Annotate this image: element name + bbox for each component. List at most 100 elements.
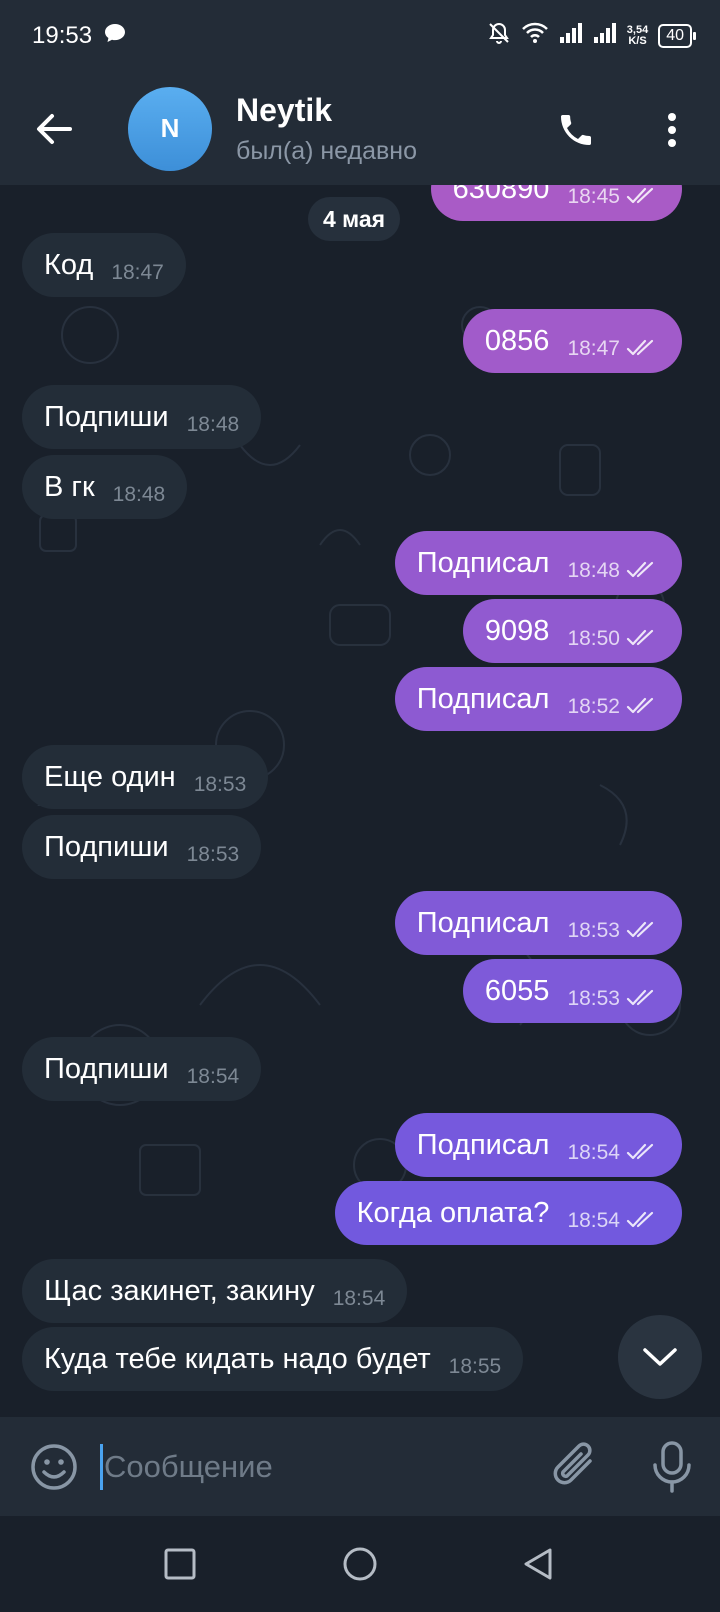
mute-bell-icon xyxy=(487,21,511,52)
message-text: Когда оплата? xyxy=(356,1196,550,1229)
message-time: 18:54 xyxy=(186,1065,240,1088)
message-time: 18:45 xyxy=(567,185,620,208)
double-check-icon xyxy=(626,339,660,357)
double-check-icon xyxy=(626,1211,660,1229)
call-button[interactable] xyxy=(548,102,604,158)
triangle-back-icon xyxy=(524,1548,552,1580)
emoji-button[interactable] xyxy=(30,1443,78,1491)
more-menu-button[interactable] xyxy=(648,102,696,158)
signal-icon-2 xyxy=(593,22,617,51)
arrow-left-icon xyxy=(37,113,72,144)
double-check-icon xyxy=(626,989,660,1007)
outgoing-message[interactable]: 9098 18:50 xyxy=(462,599,682,663)
incoming-message[interactable]: Подпиши 18:54 xyxy=(22,1037,262,1101)
message-time: 18:53 xyxy=(567,987,620,1010)
message-text: 9098 xyxy=(484,614,550,647)
message-text: Куда тебе кидать надо будет xyxy=(44,1342,431,1375)
incoming-message[interactable]: Щас закинет, закину 18:54 xyxy=(22,1259,408,1323)
more-vertical-icon xyxy=(668,113,676,147)
wifi-icon xyxy=(521,22,549,51)
outgoing-message[interactable]: 6055 18:53 xyxy=(462,959,682,1023)
recent-apps-button[interactable] xyxy=(162,1546,198,1582)
outgoing-message[interactable]: Когда оплата? 18:54 xyxy=(334,1181,682,1245)
incoming-message[interactable]: В гк 18:48 xyxy=(22,455,188,519)
message-input[interactable] xyxy=(104,1437,524,1497)
message-time: 18:54 xyxy=(332,1287,386,1310)
message-text: Подписал xyxy=(416,1128,550,1161)
outgoing-message[interactable]: Подписал 18:52 xyxy=(394,667,682,731)
message-text: Подписал xyxy=(416,546,550,579)
microphone-icon xyxy=(653,1441,691,1493)
message-time: 18:53 xyxy=(186,843,240,866)
net-speed: 3,54 K/S xyxy=(627,25,648,47)
message-text: Еще один xyxy=(44,760,176,793)
message-text: Подпиши xyxy=(44,830,169,863)
message-time: 18:48 xyxy=(112,483,166,506)
outgoing-message[interactable]: 630890 18:45 xyxy=(430,185,682,221)
outgoing-message[interactable]: Подписал 18:54 xyxy=(394,1113,682,1177)
message-time: 18:48 xyxy=(186,413,240,436)
back-button[interactable] xyxy=(24,99,84,159)
message-text: В гк xyxy=(44,470,95,503)
outgoing-message[interactable]: Подписал 18:48 xyxy=(394,531,682,595)
chat-header: N Neytik был(а) недавно xyxy=(0,72,720,185)
double-check-icon xyxy=(626,921,660,939)
message-text: Подпиши xyxy=(44,1052,169,1085)
double-check-icon xyxy=(626,629,660,647)
date-chip: 4 мая xyxy=(308,197,400,241)
message-text: 6055 xyxy=(484,974,550,1007)
incoming-message[interactable]: Куда тебе кидать надо будет 18:55 xyxy=(22,1327,524,1391)
message-text: Подписал xyxy=(416,906,550,939)
message-text: Щас закинет, закину xyxy=(44,1274,315,1307)
back-nav-button[interactable] xyxy=(520,1546,556,1582)
incoming-message[interactable]: Код 18:47 xyxy=(22,233,186,297)
message-text: 630890 xyxy=(452,185,550,205)
message-time: 18:55 xyxy=(448,1355,502,1378)
status-time: 19:53 xyxy=(32,22,93,49)
status-left: 19:53 xyxy=(32,22,126,50)
incoming-message[interactable]: Подпиши 18:48 xyxy=(22,385,262,449)
message-time: 18:54 xyxy=(567,1141,620,1164)
chevron-down-icon xyxy=(643,1348,677,1366)
chat-area[interactable]: 4 мая 630890 18:45 Код 18:47 0856 18:47 Подпиш… xyxy=(0,185,720,1417)
incoming-message[interactable]: Еще один 18:53 xyxy=(22,745,269,809)
message-time: 18:50 xyxy=(567,627,620,650)
smile-icon xyxy=(31,1444,77,1490)
net-speed-unit: K/S xyxy=(628,35,647,47)
contact-name: Neytik xyxy=(236,91,333,128)
circle-icon xyxy=(343,1547,377,1581)
avatar-letter: N xyxy=(160,113,180,143)
square-icon xyxy=(164,1548,196,1580)
battery-indicator: 40 xyxy=(658,24,696,48)
double-check-icon xyxy=(626,561,660,579)
outgoing-message[interactable]: Подписал 18:53 xyxy=(394,891,682,955)
chat-notification-icon xyxy=(104,22,126,50)
input-bar xyxy=(0,1417,720,1516)
message-time: 18:53 xyxy=(193,773,247,796)
text-caret xyxy=(100,1444,103,1490)
scroll-down-button[interactable] xyxy=(618,1315,702,1399)
outgoing-message[interactable]: 0856 18:47 xyxy=(462,309,682,373)
home-button[interactable] xyxy=(342,1546,378,1582)
message-time: 18:52 xyxy=(567,695,620,718)
double-check-icon xyxy=(626,187,660,205)
message-text: 0856 xyxy=(484,324,550,357)
avatar[interactable]: N xyxy=(128,86,212,171)
phone-icon xyxy=(561,115,591,145)
message-text: Подпиши xyxy=(44,400,169,433)
contact-info[interactable]: Neytik был(а) недавно xyxy=(236,92,417,166)
message-time: 18:54 xyxy=(567,1209,620,1232)
message-time: 18:48 xyxy=(567,559,620,582)
message-text: Подписал xyxy=(416,682,550,715)
message-time: 18:47 xyxy=(111,261,164,284)
status-right: 3,54 K/S 40 xyxy=(487,21,696,52)
message-time: 18:53 xyxy=(567,919,620,942)
attach-button[interactable] xyxy=(552,1441,600,1493)
contact-status: был(а) недавно xyxy=(236,136,418,165)
message-time: 18:47 xyxy=(567,337,620,360)
double-check-icon xyxy=(626,1143,660,1161)
double-check-icon xyxy=(626,697,660,715)
microphone-button[interactable] xyxy=(650,1441,694,1493)
paperclip-icon xyxy=(553,1442,592,1485)
incoming-message[interactable]: Подпиши 18:53 xyxy=(22,815,262,879)
